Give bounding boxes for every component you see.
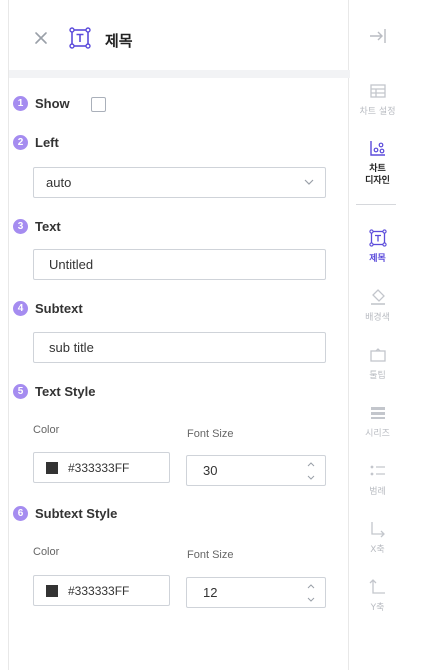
section-text: 3 Text	[13, 219, 61, 234]
rail-item-legend[interactable]: 범례	[350, 462, 405, 498]
title-text-value: Untitled	[49, 257, 94, 272]
step-badge: 1	[13, 96, 28, 111]
rail-item-tooltip[interactable]: 툴팁	[350, 346, 405, 382]
subtext-input[interactable]: sub title	[33, 332, 326, 363]
header-divider	[9, 70, 350, 78]
legend-icon	[370, 465, 385, 476]
section-subtext-style: 6 Subtext Style	[13, 506, 117, 521]
rail-item-label: 툴팁	[369, 371, 386, 381]
rail-item-chart-design[interactable]: 차트 디자인	[350, 139, 405, 187]
rail-item-label: 차트 디자인	[365, 164, 390, 186]
chart-settings-rail: 차트 설정 차트 디자인 제목 배경색 툴팁 시리즈 범례 X축 Y축	[350, 0, 421, 670]
y-axis-icon	[369, 579, 385, 594]
subtext-font-size-value: 12	[203, 585, 218, 600]
section-left: 2 Left	[13, 135, 59, 150]
subtext-font-size-label: Font Size	[187, 549, 234, 561]
left-position-value: auto	[46, 175, 72, 190]
subtext-label: Subtext	[35, 301, 83, 316]
rail-item-label: 시리즈	[365, 429, 390, 439]
section-subtext: 4 Subtext	[13, 301, 83, 316]
section-show: 1 Show	[13, 96, 70, 111]
rail-item-x-axis[interactable]: X축	[350, 520, 405, 556]
show-label: Show	[35, 96, 70, 111]
text-font-size-input[interactable]: 30	[186, 455, 326, 486]
table-grid-icon	[369, 84, 386, 98]
subtext-style-label: Subtext Style	[35, 506, 118, 521]
text-color-picker[interactable]: #333333FF	[33, 452, 170, 483]
close-icon[interactable]	[31, 28, 51, 48]
section-text-style: 5 Text Style	[13, 384, 95, 399]
step-badge: 4	[13, 301, 28, 316]
show-checkbox[interactable]	[91, 97, 106, 112]
rail-item-series[interactable]: 시리즈	[350, 404, 405, 440]
title-box-icon	[368, 229, 387, 247]
text-color-value: #333333FF	[68, 460, 130, 475]
chart-design-icon	[369, 141, 385, 156]
rail-item-label: 배경색	[365, 313, 390, 323]
series-icon	[370, 407, 385, 419]
title-text-input[interactable]: Untitled	[33, 249, 326, 280]
left-position-select[interactable]: auto	[33, 167, 326, 198]
subtext-color-label: Color	[33, 546, 60, 558]
step-badge: 5	[13, 384, 28, 399]
panel-exit-icon[interactable]	[368, 26, 388, 46]
chevron-up-icon[interactable]	[307, 461, 315, 467]
color-swatch	[46, 461, 58, 474]
left-label: Left	[35, 135, 59, 150]
paint-bucket-icon	[370, 289, 385, 305]
rail-item-background[interactable]: 배경색	[350, 288, 405, 324]
subtext-font-size-input[interactable]: 12	[186, 577, 326, 608]
subtext-color-value: #333333FF	[68, 583, 130, 598]
title-box-icon	[69, 27, 91, 49]
text-style-label: Text Style	[35, 384, 96, 399]
font-size-stepper[interactable]	[305, 583, 317, 603]
rail-divider	[356, 204, 396, 205]
subtext-value: sub title	[49, 340, 94, 355]
rail-item-label: X축	[370, 545, 385, 555]
x-axis-icon	[370, 522, 385, 538]
step-badge: 3	[13, 219, 28, 234]
panel-header: 제목	[9, 0, 350, 78]
tooltip-icon	[369, 348, 386, 362]
rail-item-title[interactable]: 제목	[350, 229, 405, 265]
chevron-down-icon[interactable]	[307, 475, 315, 481]
rail-item-label: Y축	[370, 603, 385, 613]
chevron-up-icon[interactable]	[307, 583, 315, 589]
color-swatch	[46, 584, 58, 597]
text-font-size-label: Font Size	[187, 428, 234, 440]
chevron-down-icon	[304, 179, 314, 185]
step-badge: 6	[13, 506, 28, 521]
text-color-label: Color	[33, 424, 60, 436]
title-settings-panel: 제목 1 Show 2 Left auto 3 Text Untitled 4 …	[8, 0, 350, 670]
subtext-color-picker[interactable]: #333333FF	[33, 575, 170, 606]
text-label: Text	[35, 219, 61, 234]
panel-title: 제목	[105, 32, 133, 50]
chevron-down-icon[interactable]	[307, 597, 315, 603]
rail-item-label: 제목	[369, 254, 386, 264]
text-font-size-value: 30	[203, 463, 218, 478]
rail-item-label: 차트 설정	[359, 107, 396, 117]
font-size-stepper[interactable]	[305, 461, 317, 481]
rail-item-chart-settings[interactable]: 차트 설정	[350, 82, 405, 118]
rail-item-y-axis[interactable]: Y축	[350, 578, 405, 614]
rail-item-label: 범례	[369, 487, 386, 497]
step-badge: 2	[13, 135, 28, 150]
